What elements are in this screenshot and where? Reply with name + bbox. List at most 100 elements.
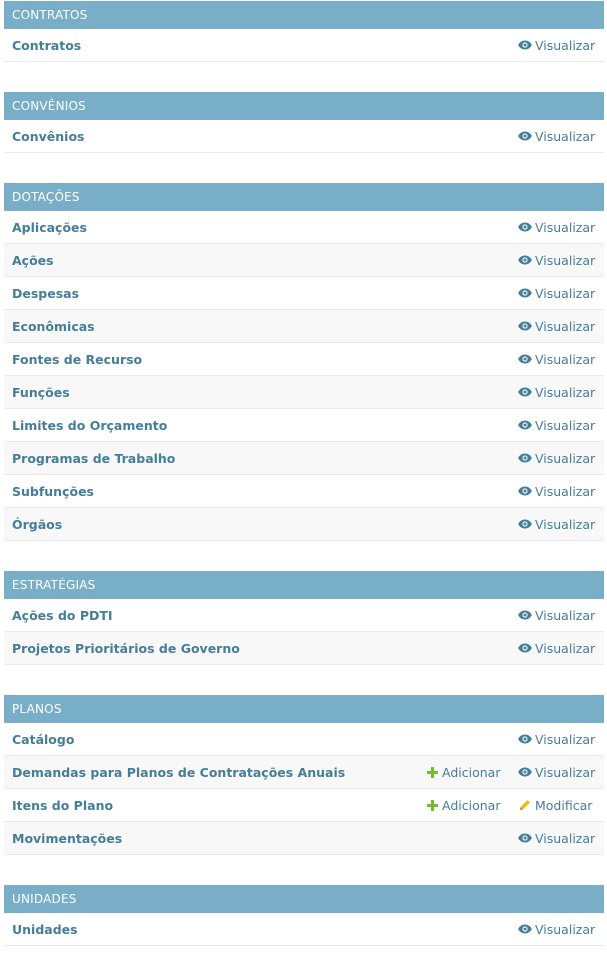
view-label: Visualizar <box>535 731 596 747</box>
eye-icon <box>518 831 532 845</box>
add-link[interactable]: Adicionar <box>425 798 500 813</box>
model-row-fontes-de-recurso: Fontes de Recurso Visualizar <box>4 343 604 376</box>
view-label: Visualizar <box>535 607 596 623</box>
model-link[interactable]: Econômicas <box>4 319 95 334</box>
view-link[interactable]: Visualizar <box>518 286 595 301</box>
model-link[interactable]: Limites do Orçamento <box>4 418 167 433</box>
view-link[interactable]: Visualizar <box>518 641 595 656</box>
view-link[interactable]: Visualizar <box>518 418 595 433</box>
eye-icon <box>518 319 532 333</box>
model-row-despesas: Despesas Visualizar <box>4 277 604 310</box>
eye-icon <box>518 352 532 366</box>
view-link[interactable]: Visualizar <box>518 129 595 144</box>
view-label: Visualizar <box>535 764 596 780</box>
view-link[interactable]: Visualizar <box>518 765 595 780</box>
eye-icon <box>518 129 532 143</box>
model-row-programas-de-trabalho: Programas de Trabalho Visualizar <box>4 442 604 475</box>
module-unidades: UNIDADES Unidades Visualizar <box>4 885 604 946</box>
model-row-acoes-do-pdti: Ações do PDTI Visualizar <box>4 599 604 632</box>
model-link[interactable]: Órgãos <box>4 517 62 532</box>
view-label: Visualizar <box>535 483 596 499</box>
model-link[interactable]: Movimentações <box>4 831 122 846</box>
module-header[interactable]: CONTRATOS <box>4 1 604 29</box>
eye-icon <box>518 732 532 746</box>
view-link[interactable]: Visualizar <box>518 220 595 235</box>
model-link[interactable]: Demandas para Planos de Contratações Anu… <box>4 765 345 780</box>
eye-icon <box>518 38 532 52</box>
view-label: Visualizar <box>535 37 596 53</box>
view-label: Visualizar <box>535 516 596 532</box>
eye-icon <box>518 641 532 655</box>
model-link[interactable]: Fontes de Recurso <box>4 352 142 367</box>
view-link[interactable]: Visualizar <box>518 38 595 53</box>
model-link[interactable]: Convênios <box>4 129 85 144</box>
model-link[interactable]: Contratos <box>4 38 81 53</box>
eye-icon <box>518 451 532 465</box>
module-contratos: CONTRATOS Contratos Visualizar <box>4 1 604 62</box>
model-link[interactable]: Aplicações <box>4 220 87 235</box>
view-label: Visualizar <box>535 417 596 433</box>
plus-icon <box>425 765 439 779</box>
view-link[interactable]: Visualizar <box>518 451 595 466</box>
add-label: Adicionar <box>442 764 501 780</box>
view-label: Visualizar <box>535 285 596 301</box>
eye-icon <box>518 922 532 936</box>
change-link[interactable]: Modificar <box>518 798 592 813</box>
model-row-unidades: Unidades Visualizar <box>4 913 604 946</box>
model-link[interactable]: Ações <box>4 253 54 268</box>
eye-icon <box>518 484 532 498</box>
view-link[interactable]: Visualizar <box>518 831 595 846</box>
model-row-funcoes: Funções Visualizar <box>4 376 604 409</box>
module-header[interactable]: DOTAÇÕES <box>4 183 604 211</box>
module-dotacoes: DOTAÇÕES Aplicações Visualizar Ações Visuali… <box>4 183 604 541</box>
app-list: CONTRATOS Contratos Visualizar CONVÊNIOS Con… <box>4 1 604 976</box>
view-link[interactable]: Visualizar <box>518 484 595 499</box>
module-planos: PLANOS Catálogo Visualizar Demandas para Pl… <box>4 695 604 855</box>
view-link[interactable]: Visualizar <box>518 517 595 532</box>
model-link[interactable]: Projetos Prioritários de Governo <box>4 641 240 656</box>
model-row-itens-do-plano: Itens do Plano Adicionar Modificar <box>4 789 604 822</box>
view-link[interactable]: Visualizar <box>518 352 595 367</box>
model-link[interactable]: Subfunções <box>4 484 94 499</box>
view-link[interactable]: Visualizar <box>518 253 595 268</box>
model-row-movimentacoes: Movimentações Visualizar <box>4 822 604 855</box>
add-label: Adicionar <box>442 797 501 813</box>
view-label: Visualizar <box>535 128 596 144</box>
model-link[interactable]: Funções <box>4 385 70 400</box>
model-row-acoes: Ações Visualizar <box>4 244 604 277</box>
model-row-demandas-para-planos-de-contratacoes-anuais: Demandas para Planos de Contratações Anu… <box>4 756 604 789</box>
module-estrategias: ESTRATÉGIAS Ações do PDTI Visualizar Projet… <box>4 571 604 665</box>
eye-icon <box>518 517 532 531</box>
eye-icon <box>518 608 532 622</box>
model-link[interactable]: Ações do PDTI <box>4 608 113 623</box>
model-link[interactable]: Programas de Trabalho <box>4 451 175 466</box>
eye-icon <box>518 418 532 432</box>
pencil-icon <box>518 798 532 812</box>
eye-icon <box>518 253 532 267</box>
model-link[interactable]: Despesas <box>4 286 79 301</box>
model-link[interactable]: Catálogo <box>4 732 74 747</box>
model-row-catalogo: Catálogo Visualizar <box>4 723 604 756</box>
module-header[interactable]: ESTRATÉGIAS <box>4 571 604 599</box>
eye-icon <box>518 385 532 399</box>
view-link[interactable]: Visualizar <box>518 608 595 623</box>
model-row-aplicacoes: Aplicações Visualizar <box>4 211 604 244</box>
module-header[interactable]: UNIDADES <box>4 885 604 913</box>
model-row-economicas: Econômicas Visualizar <box>4 310 604 343</box>
view-label: Visualizar <box>535 351 596 367</box>
view-label: Visualizar <box>535 450 596 466</box>
module-header[interactable]: CONVÊNIOS <box>4 92 604 120</box>
eye-icon <box>518 220 532 234</box>
model-link[interactable]: Itens do Plano <box>4 798 113 813</box>
add-link[interactable]: Adicionar <box>425 765 500 780</box>
model-link[interactable]: Unidades <box>4 922 78 937</box>
model-row-projetos-prioritarios-de-governo: Projetos Prioritários de Governo Visualiz… <box>4 632 604 665</box>
view-link[interactable]: Visualizar <box>518 732 595 747</box>
view-label: Visualizar <box>535 384 596 400</box>
module-header[interactable]: PLANOS <box>4 695 604 723</box>
view-label: Visualizar <box>535 640 596 656</box>
view-link[interactable]: Visualizar <box>518 319 595 334</box>
view-link[interactable]: Visualizar <box>518 922 595 937</box>
eye-icon <box>518 286 532 300</box>
view-link[interactable]: Visualizar <box>518 385 595 400</box>
